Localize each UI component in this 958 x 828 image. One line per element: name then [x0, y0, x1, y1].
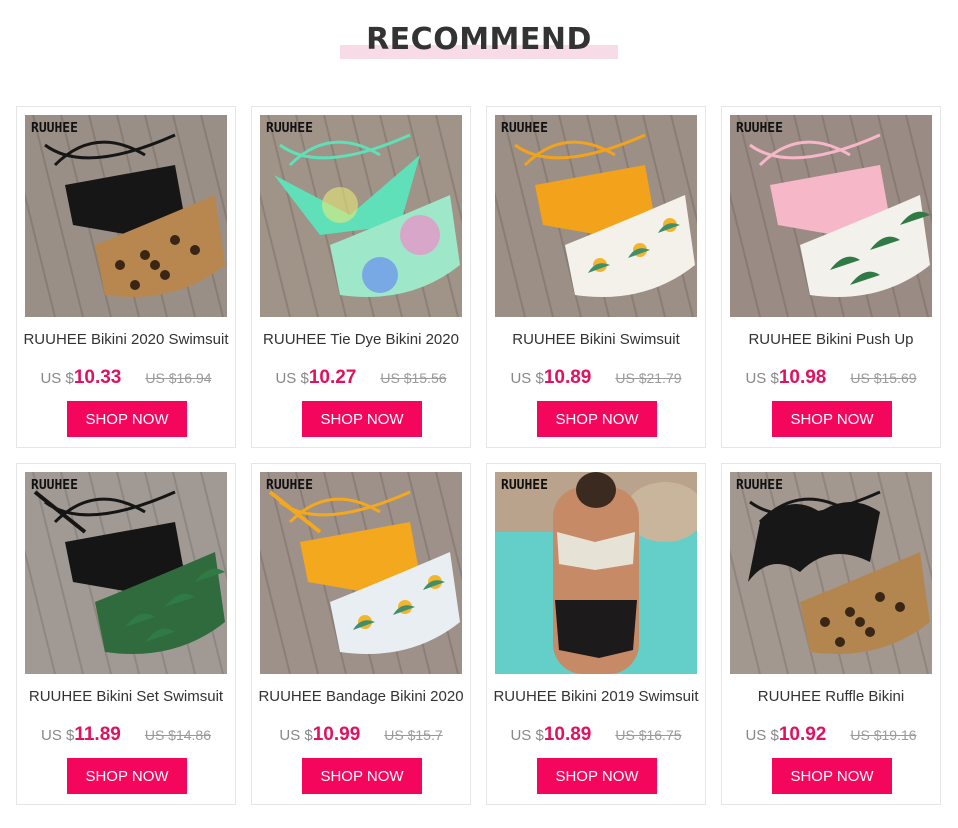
shop-now-button[interactable]: SHOP NOW [772, 758, 892, 794]
sale-price: 10.27 [308, 367, 357, 388]
shop-now-button[interactable]: SHOP NOW [302, 758, 422, 794]
price-currency: US $ [40, 370, 74, 387]
product-title[interactable]: RUUHEE Bikini 2019 Swimsuit [487, 688, 705, 705]
product-title[interactable]: RUUHEE Bikini Set Swimsuit [17, 688, 235, 705]
original-price: US $16.94 [145, 370, 212, 386]
shop-now-button[interactable]: SHOP NOW [302, 401, 422, 437]
shop-now-button[interactable]: SHOP NOW [67, 758, 187, 794]
product-image[interactable]: RUUHEE [730, 115, 932, 317]
product-image[interactable]: RUUHEE [25, 115, 227, 317]
product-grid: RUUHEE RUUHEE Bikini 2020 Swimsuit US $1… [16, 106, 942, 805]
product-title[interactable]: RUUHEE Bikini 2020 Swimsuit [17, 331, 235, 348]
price-row: US $10.98 US $15.69 [722, 367, 940, 389]
product-illustration [25, 115, 227, 317]
product-title[interactable]: RUUHEE Bandage Bikini 2020 [252, 688, 470, 705]
price-row: US $10.92 US $19.16 [722, 724, 940, 746]
product-illustration [730, 472, 932, 674]
original-price: US $15.7 [384, 727, 443, 743]
sale-price: 10.98 [778, 367, 827, 388]
price-row: US $10.89 US $21.79 [487, 367, 705, 389]
original-price: US $15.69 [850, 370, 917, 386]
product-card[interactable]: RUUHEE RUUHEE Tie Dye Bikini 2020 US $10… [251, 106, 471, 448]
original-price: US $14.86 [144, 727, 212, 743]
product-image[interactable]: RUUHEE [25, 472, 227, 674]
product-card[interactable]: RUUHEE RUUHEE Bikini Swimsuit US $10.89 U… [486, 106, 706, 448]
sale-price: 10.89 [543, 724, 592, 745]
product-illustration [730, 115, 932, 317]
section-header: RECOMMEND [0, 18, 958, 68]
original-price: US $15.56 [380, 370, 447, 386]
product-title[interactable]: RUUHEE Tie Dye Bikini 2020 [252, 331, 470, 348]
shop-now-button[interactable]: SHOP NOW [772, 401, 892, 437]
product-card[interactable]: RUUHEE RUUHEE Bikini Set Swimsuit US $11… [16, 463, 236, 805]
price-row: US $10.33 US $16.94 [17, 367, 235, 389]
sale-price: 10.99 [312, 724, 361, 745]
product-card[interactable]: RUUHEE RUUHEE Bandage Bikini 2020 US $10… [251, 463, 471, 805]
price-currency: US $ [745, 727, 779, 744]
product-image[interactable]: RUUHEE [260, 115, 462, 317]
product-title[interactable]: RUUHEE Bikini Push Up [722, 331, 940, 348]
price-currency: US $ [279, 727, 313, 744]
price-currency: US $ [510, 370, 544, 387]
sale-price: 10.33 [73, 367, 122, 388]
sale-price: 10.92 [778, 724, 827, 745]
product-illustration [495, 115, 697, 317]
brand-watermark: RUUHEE [31, 478, 78, 493]
original-price: US $16.75 [615, 727, 682, 743]
brand-watermark: RUUHEE [501, 121, 548, 136]
original-price: US $21.79 [615, 370, 682, 386]
product-image[interactable]: RUUHEE [495, 115, 697, 317]
price-row: US $10.89 US $16.75 [487, 724, 705, 746]
original-price: US $19.16 [850, 727, 917, 743]
brand-watermark: RUUHEE [31, 121, 78, 136]
brand-watermark: RUUHEE [736, 478, 783, 493]
product-illustration [25, 472, 227, 674]
product-title[interactable]: RUUHEE Bikini Swimsuit [487, 331, 705, 348]
brand-watermark: RUUHEE [266, 121, 313, 136]
product-image[interactable]: RUUHEE [730, 472, 932, 674]
product-card[interactable]: RUUHEE RUUHEE Ruffle Bikini US $10.92 US … [721, 463, 941, 805]
sale-price: 11.89 [74, 724, 121, 745]
price-currency: US $ [510, 727, 544, 744]
price-currency: US $ [40, 727, 75, 744]
product-card[interactable]: RUUHEE RUUHEE Bikini 2020 Swimsuit US $1… [16, 106, 236, 448]
shop-now-button[interactable]: SHOP NOW [537, 401, 657, 437]
shop-now-button[interactable]: SHOP NOW [67, 401, 187, 437]
brand-watermark: RUUHEE [501, 478, 548, 493]
product-image[interactable]: RUUHEE [495, 472, 697, 674]
product-image[interactable]: RUUHEE [260, 472, 462, 674]
product-card[interactable]: RUUHEE RUUHEE Bikini Push Up US $10.98 US… [721, 106, 941, 448]
price-row: US $11.89 US $14.86 [17, 724, 235, 746]
section-title: RECOMMEND [366, 22, 592, 57]
price-currency: US $ [745, 370, 779, 387]
product-title[interactable]: RUUHEE Ruffle Bikini [722, 688, 940, 705]
shop-now-button[interactable]: SHOP NOW [537, 758, 657, 794]
product-card[interactable]: RUUHEE RUUHEE Bikini 2019 Swimsuit US $1… [486, 463, 706, 805]
price-row: US $10.27 US $15.56 [252, 367, 470, 389]
brand-watermark: RUUHEE [736, 121, 783, 136]
brand-watermark: RUUHEE [266, 478, 313, 493]
product-illustration [495, 472, 697, 674]
price-currency: US $ [275, 370, 309, 387]
price-row: US $10.99 US $15.7 [252, 724, 470, 746]
product-illustration [260, 472, 462, 674]
product-illustration [260, 115, 462, 317]
sale-price: 10.89 [543, 367, 592, 388]
